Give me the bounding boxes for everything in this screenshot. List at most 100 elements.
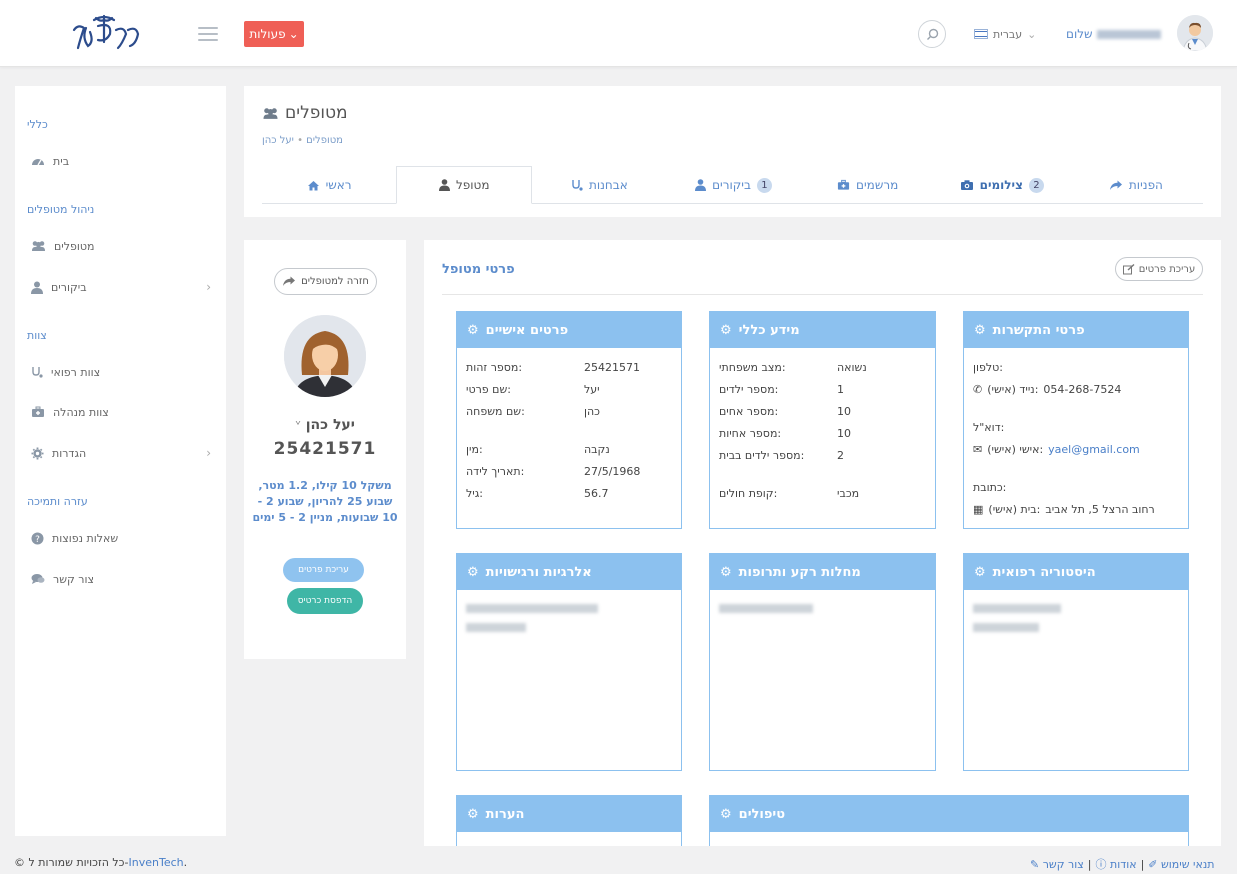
users-icon <box>263 107 278 119</box>
language-selector[interactable]: עברית ⌄ <box>974 26 1036 42</box>
patient-tabs: ראשי מטופל אבחנות ביקורים 1 מרשמים צילומ… <box>262 166 1203 204</box>
hsm-logo[interactable] <box>68 12 144 54</box>
footer-links: ✎ צור קשר | ⓘ אודות | ✐ תנאי שימוש <box>1030 856 1215 872</box>
personal-details-box: ⚙ פרטים אישיים מספר זהות: 25421571 שם פרט… <box>456 311 682 529</box>
tab-images[interactable]: צילומים 2 <box>935 166 1069 204</box>
footer-link-contact[interactable]: ✎ צור קשר <box>1030 858 1084 871</box>
tab-label: מטופל <box>455 178 490 192</box>
tab-diagnoses[interactable]: אבחנות <box>532 166 666 204</box>
sidebar-item-admin-staff[interactable]: צוות מנהלה <box>31 402 211 422</box>
patient-id: 25421571 <box>273 439 377 459</box>
female-avatar-icon <box>284 315 366 397</box>
user-greeting: שלום <box>1066 27 1093 41</box>
address-row: ▦ בית (אישי): רחוב הרצל 5, תל אביב <box>973 502 1155 516</box>
sidebar-item-faq[interactable]: ? שאלות נפוצות <box>31 528 211 548</box>
phone-link[interactable]: 054-268-7524 <box>1043 383 1121 396</box>
search-button[interactable] <box>918 20 946 48</box>
sidebar: כללי בית ניהול מטופלים מטופלים ביקורים ›… <box>15 86 226 836</box>
share-icon <box>283 276 296 286</box>
email-label: דוא"ל: <box>973 420 1005 434</box>
redacted-text <box>466 604 598 613</box>
sidebar-section-title: צוות <box>27 329 47 342</box>
sidebar-item-settings[interactable]: הגדרות › <box>31 443 211 463</box>
chevron-down-icon: ⌄ <box>288 27 299 41</box>
tab-main[interactable]: ראשי <box>262 166 396 204</box>
tab-label: צילומים <box>979 178 1023 192</box>
sidebar-item-contact[interactable]: צור קשר <box>31 569 211 589</box>
page-title: מטופלים <box>262 103 348 123</box>
detail-row: מספר זהות: 25421571 <box>466 360 640 374</box>
email-link[interactable]: yael@gmail.com <box>1048 443 1140 456</box>
sidebar-item-visits[interactable]: ביקורים › <box>31 277 211 297</box>
detail-row: תאריך לידה: 27/5/1968 <box>466 464 641 478</box>
redacted-text <box>973 623 1039 632</box>
patient-summary: משקל 10 קילו, 1.2 מטר, שבוע 25 להריון, ש… <box>252 479 398 524</box>
search-icon <box>926 28 938 40</box>
comments-icon <box>31 574 45 584</box>
print-card-button[interactable]: הדפסת כרטיס <box>287 588 363 614</box>
sidebar-item-patients[interactable]: מטופלים <box>31 236 211 256</box>
user-md-icon <box>695 179 707 191</box>
cogs-icon: ⚙ <box>720 806 732 822</box>
detail-row: מספר ילדים בבית: 2 <box>719 448 844 462</box>
chronic-conditions-box: ⚙ מחלות רקע ותרופות <box>709 553 936 771</box>
israel-flag-icon <box>974 29 988 39</box>
detail-row: מספר ילדים: 1 <box>719 382 844 396</box>
allergies-box: ⚙ אלרגיות ורגישויות <box>456 553 682 771</box>
user-md-icon <box>31 281 43 294</box>
user-icon <box>438 179 450 191</box>
top-header: פעולות ⌄ עברית ⌄ שלום <box>0 0 1237 67</box>
page-title-text: מטופלים <box>285 103 348 123</box>
tab-patient[interactable]: מטופל <box>396 166 533 204</box>
tab-label: ראשי <box>325 178 352 192</box>
sidebar-item-home[interactable]: בית <box>31 151 211 171</box>
breadcrumb-item: יעל כהן <box>262 135 294 146</box>
sidebar-item-label: צור קשר <box>53 572 95 586</box>
tab-label: ביקורים <box>712 178 751 192</box>
sidebar-section-title: ניהול מטופלים <box>27 203 95 216</box>
actions-dropdown-button[interactable]: פעולות ⌄ <box>244 21 304 47</box>
user-menu[interactable]: שלום <box>1066 27 1161 41</box>
email-row: ✉ אישי (אישי): yael@gmail.com <box>973 442 1140 456</box>
breadcrumb-item[interactable]: מטופלים <box>306 135 343 146</box>
detail-row: מצב משפחתי: נשואה <box>719 360 867 374</box>
tab-prescriptions[interactable]: מרשמים <box>801 166 935 204</box>
user-name-redacted <box>1096 29 1161 39</box>
panel-title: פרטי מטופל <box>442 262 515 277</box>
phone-row: ✆ נייד (אישי): 054-268-7524 <box>973 382 1122 396</box>
tab-label: הפניות <box>1128 178 1163 192</box>
phone-label: טלפון: <box>973 360 1003 374</box>
back-to-patients-button[interactable]: חזרה למטופלים <box>274 268 377 295</box>
sidebar-section-title: כללי <box>27 118 48 131</box>
edit-patient-button[interactable]: עריכת פרטים <box>1115 257 1203 281</box>
box-header: ⚙ מידע כללי <box>710 312 935 348</box>
medical-history-box: ⚙ היסטוריה רפואית <box>963 553 1189 771</box>
edit-icon <box>1122 263 1135 274</box>
user-avatar[interactable] <box>1177 15 1213 51</box>
dashboard-icon <box>32 159 44 166</box>
detail-row: שם משפחה: כהן <box>466 404 601 418</box>
cogs-icon: ⚙ <box>974 322 986 338</box>
redacted-text <box>973 604 1061 613</box>
tab-referrals[interactable]: הפניות <box>1069 166 1203 204</box>
back-button-label: חזרה למטופלים <box>301 276 369 287</box>
detail-row: גיל: 56.7 <box>466 486 609 500</box>
tab-visits[interactable]: ביקורים 1 <box>666 166 800 204</box>
sidebar-item-medical-staff[interactable]: צוות רפואי <box>31 362 211 382</box>
box-header: ⚙ אלרגיות ורגישויות <box>457 554 681 590</box>
contact-info-box: ⚙ פרטי התקשרות טלפון: ✆ נייד (אישי): 054… <box>963 311 1189 529</box>
menu-toggle-icon[interactable] <box>198 27 218 41</box>
footer-link-about[interactable]: ⓘ אודות <box>1095 856 1136 872</box>
divider <box>442 294 1203 295</box>
company-link[interactable]: InvenTech <box>129 856 184 869</box>
edit-details-button[interactable]: עריכת פרטים <box>283 558 364 582</box>
cogs-icon: ⚙ <box>467 322 479 338</box>
sidebar-item-label: מטופלים <box>54 239 95 253</box>
footer-link-terms[interactable]: ✐ תנאי שימוש <box>1148 858 1214 871</box>
home-icon <box>307 180 319 190</box>
share-icon <box>1109 180 1122 190</box>
sidebar-item-label: ביקורים <box>51 280 87 294</box>
redacted-text <box>466 623 526 632</box>
stethoscope-icon <box>32 366 43 378</box>
box-header: ⚙ טיפולים <box>710 796 1188 832</box>
